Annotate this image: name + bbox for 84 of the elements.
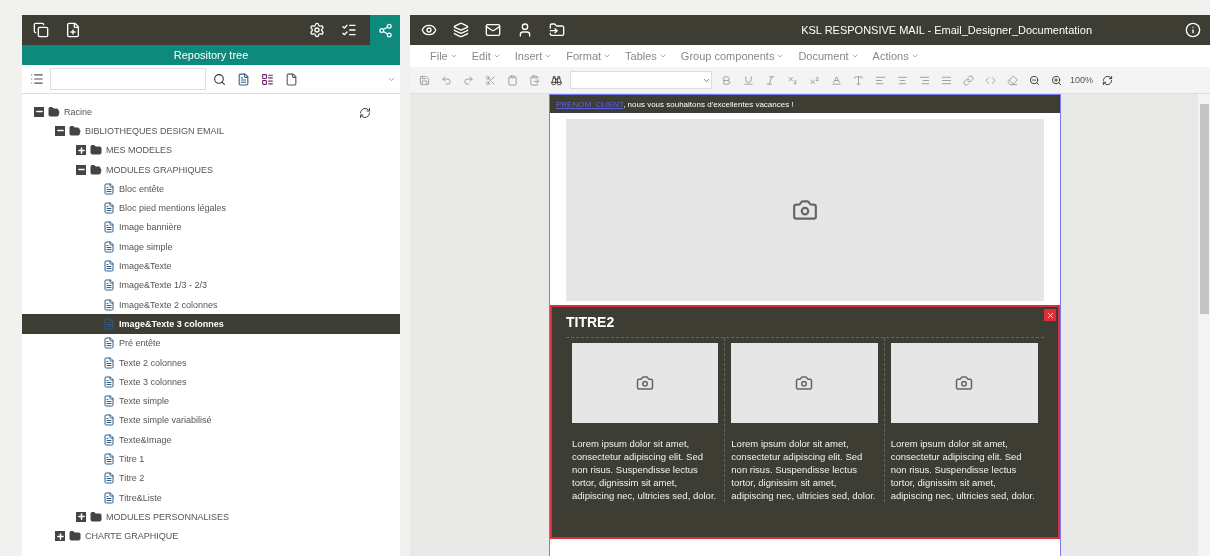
body-text: Lorem ipsum dolor sit amet, consectetur adipiscing elit. Sed non risus. Suspendisse lectus tortor, dignissim sit amet, adipiscing nec, ultricies sed, dolor.: [731, 437, 877, 502]
tree-item[interactable]: MES MODELES: [22, 140, 400, 160]
document-icon: [103, 433, 115, 446]
tree-item[interactable]: Racine: [22, 102, 400, 122]
collapse-icon[interactable]: [76, 164, 86, 175]
document-icon: [103, 337, 115, 350]
caret-icon: [603, 52, 612, 60]
document-icon: [103, 491, 115, 504]
tree-item[interactable]: Titre 2: [22, 468, 400, 488]
tree-item[interactable]: Texte 2 colonnes: [22, 352, 400, 373]
caret-icon: [449, 52, 458, 60]
expand-icon[interactable]: [76, 511, 86, 522]
tree-item[interactable]: Image&Texte 3 colonnes: [22, 314, 400, 334]
tree-item[interactable]: MODULES PERSONNALISES: [22, 507, 400, 527]
document-icon: [103, 221, 115, 234]
camera-icon: [955, 374, 974, 392]
scrollbar-thumb[interactable]: [1199, 104, 1209, 314]
document-icon: [103, 375, 115, 388]
document-icon: [103, 202, 115, 215]
document-icon: [103, 414, 115, 427]
expand-icon[interactable]: [76, 145, 86, 156]
tree-item[interactable]: Image&Texte 2 colonnes: [22, 294, 400, 315]
body-text: Lorem ipsum dolor sit amet, consectetur adipiscing elit. Sed non risus. Suspendisse lectus tortor, dignissim sit amet, adipiscing nec, ultricies sed, dolor.: [890, 437, 1036, 502]
caret-icon: [544, 52, 553, 60]
tree-item[interactable]: Texte simple variabilisé: [22, 410, 400, 431]
folder-icon: [90, 144, 102, 157]
tree-item[interactable]: Image bannière: [22, 217, 400, 238]
document-icon: [103, 279, 115, 292]
expand-icon[interactable]: [55, 531, 65, 542]
menu-item[interactable]: Document: [798, 50, 859, 62]
caret-icon: [776, 52, 785, 60]
caret-icon: [850, 52, 859, 60]
tree-item[interactable]: BIBLIOTHEQUES DESIGN EMAIL: [22, 121, 400, 141]
tree-item[interactable]: MODULES GRAPHIQUES: [22, 159, 400, 180]
banner-text: PRENOM_CLIENT, nous vous souhaitons d'excellentes vacances !: [550, 95, 1060, 113]
tree-item[interactable]: Bloc pied mentions légales: [22, 198, 400, 218]
tree-item[interactable]: Titre&Liste: [22, 487, 400, 508]
body-text: Lorem ipsum dolor sit amet, consectetur adipiscing elit. Sed non risus. Suspendisse lectus tortor, dignissim sit amet, adipiscing nec, ultricies sed, dolor.: [572, 437, 718, 502]
camera-icon: [795, 374, 814, 392]
tree-item[interactable]: Image simple: [22, 237, 400, 257]
document-icon: [103, 298, 115, 311]
tree-item[interactable]: Titre 1: [22, 449, 400, 469]
folder-icon: [90, 510, 102, 523]
folder-icon: [90, 163, 102, 176]
tree-item[interactable]: CHARTE GRAPHIQUE: [22, 526, 400, 546]
panel-title: Repository tree: [22, 45, 400, 65]
document-icon: [103, 356, 115, 369]
block-title: TITRE2: [566, 307, 1044, 338]
document-icon: [103, 453, 115, 465]
camera-icon: [636, 374, 655, 392]
tree-item[interactable]: Texte simple: [22, 391, 400, 411]
document-icon: [103, 260, 115, 272]
tree-item[interactable]: Image&Texte 1/3 - 2/3: [22, 275, 400, 295]
caret-icon: [492, 52, 501, 60]
zoom-level: 100%: [1070, 75, 1094, 85]
caret-icon: [910, 52, 919, 60]
menu-item[interactable]: Edit: [471, 50, 501, 62]
document-icon: [103, 240, 115, 253]
menu-item[interactable]: Group components: [680, 50, 785, 62]
camera-icon: [792, 197, 818, 223]
folder-icon: [69, 530, 81, 543]
menu-item[interactable]: Format: [566, 50, 612, 62]
tree-item[interactable]: Pré entête: [22, 333, 400, 353]
menu-item[interactable]: File: [430, 50, 458, 62]
tree-item[interactable]: Image&Texte: [22, 256, 400, 276]
menu-item[interactable]: Insert: [514, 50, 553, 62]
window-title: KSL RESPONSIVE MAIL - Email_Designer_Documentation: [801, 24, 1092, 36]
tree-item[interactable]: Bloc entête: [22, 179, 400, 199]
collapse-icon[interactable]: [34, 106, 44, 117]
collapse-icon[interactable]: [55, 125, 65, 136]
folder-icon: [48, 105, 60, 118]
document-icon: [103, 182, 115, 195]
folder-icon: [69, 124, 81, 137]
document-icon: [103, 395, 115, 408]
tree-item[interactable]: Texte&Image: [22, 430, 400, 450]
menu-item[interactable]: Tables: [625, 50, 667, 62]
share-icon[interactable]: [370, 15, 400, 45]
search-field[interactable]: [50, 68, 206, 90]
document-icon: [103, 472, 115, 485]
menu-item[interactable]: Actions: [872, 50, 919, 62]
caret-icon: [658, 52, 667, 60]
tree-item[interactable]: Texte 3 colonnes: [22, 372, 400, 392]
close-icon[interactable]: [1044, 309, 1056, 321]
document-icon: [103, 317, 115, 330]
